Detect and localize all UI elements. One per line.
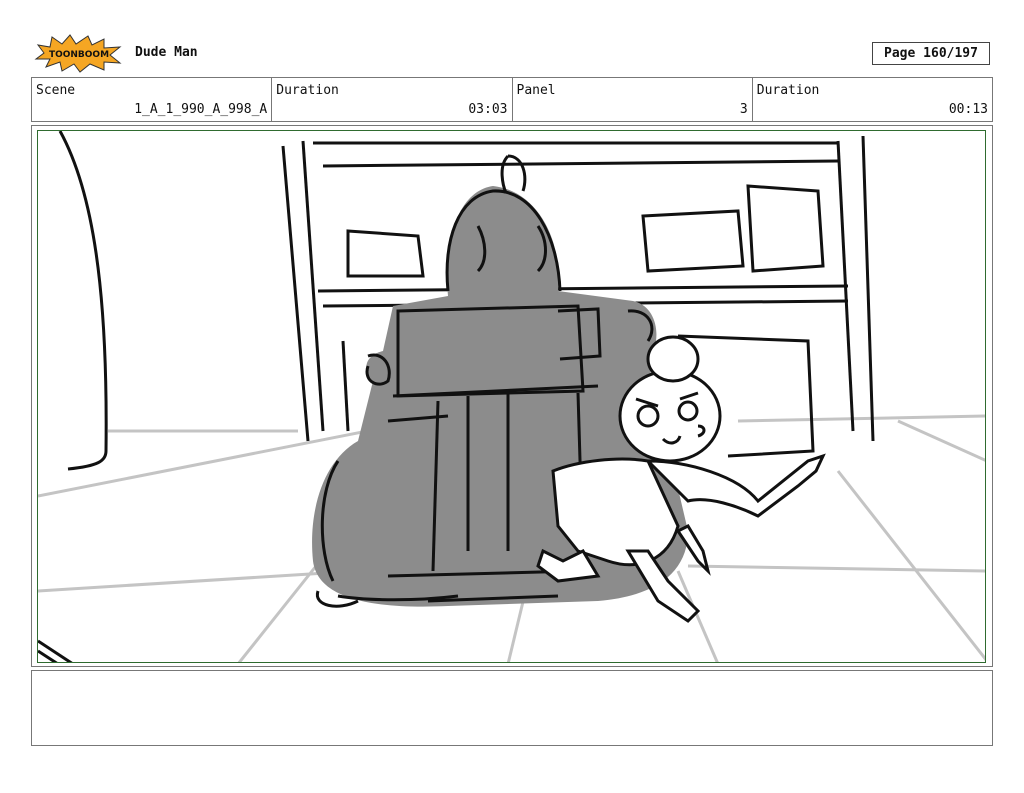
info-bar: Scene 1_A_1_990_A_998_A Duration 03:03 P… (31, 77, 993, 122)
duration-cell: Duration 03:03 (272, 78, 513, 121)
storyboard-sketch (38, 131, 985, 662)
panel-value: 3 (739, 102, 748, 117)
page-indicator: Page 160/197 (872, 42, 990, 65)
panel-cell: Panel 3 (513, 78, 753, 121)
storyboard-panel (37, 130, 986, 663)
toonboom-logo: TOONBOOM (34, 33, 124, 73)
project-title: Dude Man (135, 45, 198, 60)
notes-box (31, 670, 993, 746)
panel-duration-cell: Duration 00:13 (753, 78, 992, 121)
panel-label: Panel (516, 83, 556, 98)
panel-duration-value: 00:13 (948, 102, 988, 117)
logo-text: TOONBOOM (49, 50, 109, 60)
duration-value: 03:03 (468, 102, 508, 117)
doorway (38, 131, 108, 662)
duration-label: Duration (276, 83, 339, 98)
scene-value: 1_A_1_990_A_998_A (134, 102, 268, 117)
scene-label: Scene (36, 83, 76, 98)
panel-duration-label: Duration (756, 83, 820, 98)
scene-cell: Scene 1_A_1_990_A_998_A (32, 78, 273, 121)
